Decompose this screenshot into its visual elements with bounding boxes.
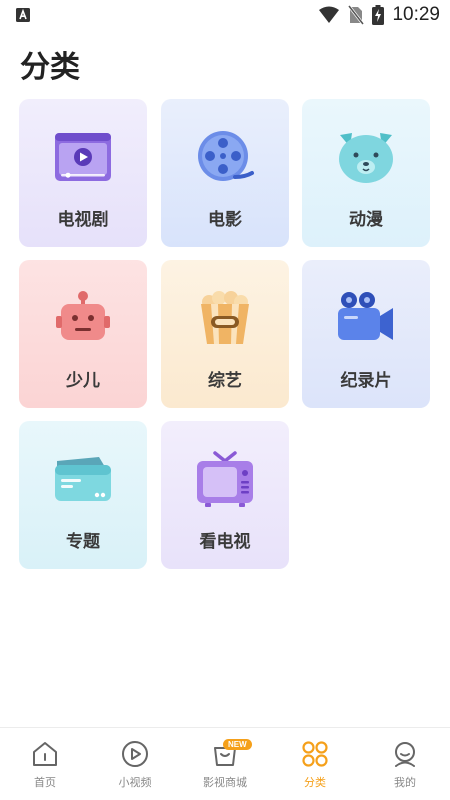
home-icon [33,742,57,766]
category-tile-documentary[interactable]: 纪录片 [302,260,430,408]
tab-short-video[interactable]: 小视频 [90,728,180,800]
tv-series-icon [55,133,111,181]
tab-category[interactable]: 分类 [270,728,360,800]
category-tile-watch-tv[interactable]: 看电视 [161,421,289,569]
tab-shop[interactable]: NEW 影视商城 [180,728,270,800]
category-tile-variety[interactable]: 综艺 [161,260,289,408]
category-label: 看电视 [199,532,251,552]
category-label: 少儿 [66,371,100,391]
tab-label: 分类 [304,776,326,789]
tab-home[interactable]: 首页 [0,728,90,800]
category-label: 电影 [208,210,242,230]
status-time: 10:29 [392,4,440,25]
wifi-icon [319,6,340,23]
category-label: 纪录片 [340,371,392,391]
tab-label: 小视频 [118,776,152,789]
anime-bear-icon [339,133,393,183]
category-label: 专题 [66,532,100,552]
no-sim-icon [348,5,365,25]
status-bar: 10:29 [0,0,450,30]
category-tile-tv-series[interactable]: 电视剧 [19,99,147,247]
profile-icon [395,742,415,767]
tab-label: 我的 [394,776,416,789]
folder-icon [55,457,111,501]
tab-label: 首页 [34,776,56,789]
movie-camera-icon [338,292,393,340]
category-label: 电视剧 [57,210,109,230]
play-circle-icon [122,741,148,767]
retro-tv-icon [197,451,253,507]
popcorn-icon [201,291,249,344]
app-notification-icon [16,8,30,22]
bottom-tab-bar: 首页 小视频 NEW 影视商城 分类 我的 [0,727,450,800]
film-reel-icon [198,131,254,181]
category-grid-icon [302,741,328,767]
tab-profile[interactable]: 我的 [360,728,450,800]
new-badge: NEW [223,739,252,750]
category-tile-kids[interactable]: 少儿 [19,260,147,408]
category-label: 动漫 [349,210,383,230]
battery-charging-icon [372,5,385,25]
robot-icon [56,291,110,340]
category-tile-movie[interactable]: 电影 [161,99,289,247]
category-tile-anime[interactable]: 动漫 [302,99,430,247]
category-tile-topic[interactable]: 专题 [19,421,147,569]
tab-label: 影视商城 [203,776,247,789]
page-title: 分类 [20,50,80,85]
category-label: 综艺 [208,371,242,391]
